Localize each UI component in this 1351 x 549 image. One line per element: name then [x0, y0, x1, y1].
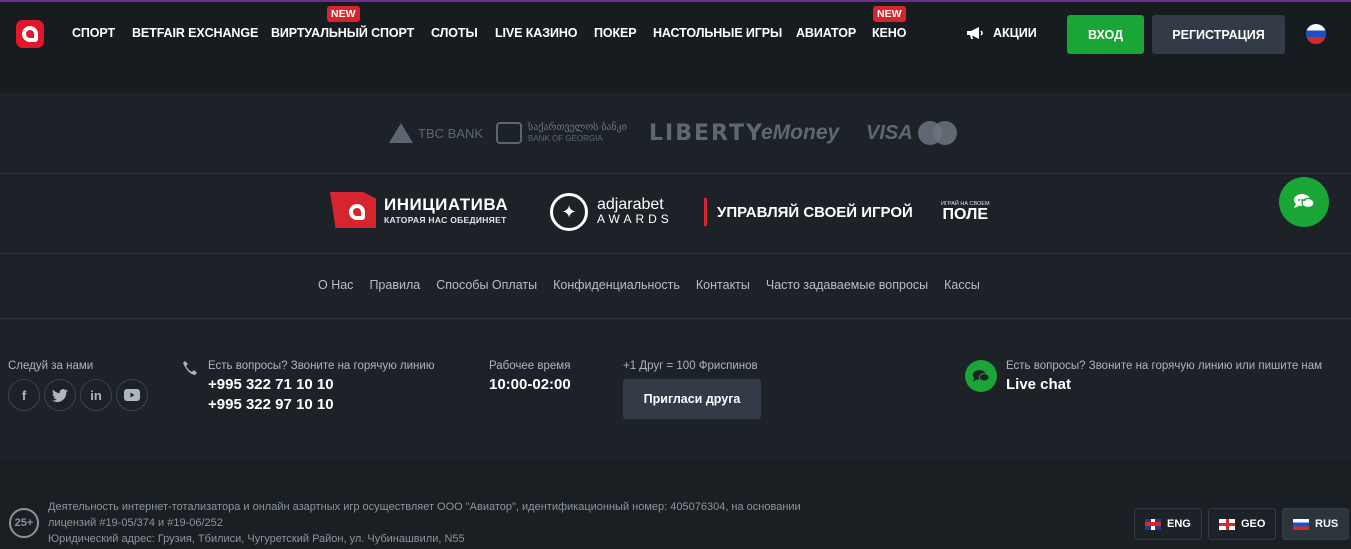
nav-item-slots[interactable]: СЛОТЫ [431, 26, 478, 40]
working-hours-label: Рабочее время [489, 360, 571, 372]
mastercard-icon [917, 120, 958, 146]
top-navigation-bar: СПОРТ BETFAIR EXCHANGE NEW ВИРТУАЛЬНЫЙ С… [0, 0, 1351, 65]
language-geo-label: GEO [1241, 518, 1266, 530]
tbc-bank-logo: TBC BANK [389, 118, 483, 148]
invite-friend-button[interactable]: Пригласи друга [623, 379, 761, 419]
nav-item-poker[interactable]: ПОКЕР [594, 26, 637, 40]
language-eng-label: ENG [1167, 518, 1191, 530]
working-hours-value: 10:00-02:00 [489, 376, 571, 393]
logo-mark-icon [22, 26, 38, 42]
nav-item-betfair[interactable]: BETFAIR EXCHANGE [132, 26, 258, 40]
youtube-icon[interactable] [116, 379, 148, 411]
divider [0, 253, 1351, 254]
live-chat-icon[interactable] [965, 360, 997, 392]
tbc-triangle-icon [389, 123, 413, 143]
megaphone-icon [967, 27, 983, 39]
new-badge: NEW [327, 6, 360, 22]
legal-line-3: Юридический адрес: Грузия, Тбилиси, Чугу… [48, 533, 465, 545]
bog-geo-text: საქართველოს ბანკი [528, 122, 627, 133]
hotline-phone-2[interactable]: +995 322 97 10 10 [208, 396, 334, 413]
language-rus-button[interactable]: RUS [1282, 508, 1350, 540]
adjarabet-awards-logo[interactable]: ✦ adjarabet AWARDS [550, 193, 673, 231]
divider [0, 173, 1351, 174]
tbc-bank-text: TBC BANK [418, 125, 484, 141]
footer-link-about[interactable]: О Нас [318, 278, 353, 292]
russia-flag-icon [1293, 518, 1309, 530]
new-badge: NEW [873, 6, 906, 22]
footer-link-faq[interactable]: Часто задаваемые вопросы [766, 278, 928, 292]
hotline-label: Есть вопросы? Звоните на горячую линию [208, 360, 435, 372]
chat-floating-button[interactable] [1279, 177, 1329, 227]
divider [0, 318, 1351, 319]
emoney-logo: eMoney [761, 121, 840, 144]
star-icon: ✦ [550, 193, 588, 231]
uk-flag-icon [1145, 518, 1161, 530]
home-logo[interactable] [16, 20, 44, 48]
footer-link-contacts[interactable]: Контакты [696, 278, 750, 292]
phone-icon [183, 361, 197, 375]
nav-bottom-strip [0, 65, 1351, 93]
language-geo-button[interactable]: GEO [1208, 508, 1277, 540]
awards-title: adjarabet [597, 196, 664, 213]
login-button[interactable]: ВХОД [1067, 15, 1144, 54]
play-on-field-logo[interactable]: ИГРАЙ НА СВОЕМ ПОЛЕ [941, 201, 990, 223]
age-restriction-badge: 25+ [9, 508, 39, 538]
responsible-gaming-logo[interactable]: УПРАВЛЯЙ СВОЕЙ ИГРОЙ [704, 198, 913, 226]
initiative-mark-icon [330, 192, 376, 228]
bank-of-georgia-logo: საქართველოს ბანკი BANK OF GEORGIA [496, 118, 627, 148]
live-chat-link[interactable]: Live chat [1006, 376, 1071, 393]
bog-en-text: BANK OF GEORGIA [528, 134, 603, 143]
footer-link-privacy[interactable]: Конфиденциальность [553, 278, 680, 292]
initiative-logo[interactable]: ИНИЦИАТИВА КАТОРАЯ НАС ОБЕДИНЯЕТ [330, 192, 508, 228]
language-eng-button[interactable]: ENG [1134, 508, 1202, 540]
twitter-icon[interactable] [44, 379, 76, 411]
nav-item-sport[interactable]: СПОРТ [72, 26, 115, 40]
initiative-subtitle: КАТОРАЯ НАС ОБЕДИНЯЕТ [384, 215, 507, 225]
footer-link-payment-methods[interactable]: Способы Оплаты [436, 278, 537, 292]
register-button[interactable]: РЕГИСТРАЦИЯ [1152, 15, 1285, 54]
visa-mastercard-logo: VISA [866, 118, 958, 148]
manage-text: УПРАВЛЯЙ СВОЕЙ ИГРОЙ [717, 203, 913, 221]
footer-links: О Нас Правила Способы Оплаты Конфиденциа… [318, 278, 980, 292]
legal-line-2: лицензий #19-05/374 и #19-06/252 [48, 517, 223, 529]
live-chat-label: Есть вопросы? Звоните на горячую линию и… [1006, 360, 1323, 372]
promotions-link[interactable]: АКЦИИ [966, 26, 1037, 40]
nav-item-keno[interactable]: КЕНО [872, 26, 906, 40]
refer-friend-label: +1 Друг = 100 Фриспинов [623, 360, 758, 372]
initiative-title: ИНИЦИАТИВА [384, 195, 509, 214]
language-flag-icon[interactable] [1306, 24, 1326, 44]
follow-us-label: Следуй за нами [8, 360, 94, 372]
field-big-text: ПОЛЕ [942, 206, 988, 223]
chat-bubbles-icon [1294, 194, 1315, 209]
promotions-label: АКЦИИ [993, 26, 1037, 40]
bog-horse-icon [496, 122, 522, 144]
linkedin-icon[interactable]: in [80, 379, 112, 411]
footer-link-cashdesks[interactable]: Кассы [944, 278, 980, 292]
footer-link-rules[interactable]: Правила [369, 278, 420, 292]
liberty-logo: LIBERTY [649, 120, 764, 146]
georgia-flag-icon [1219, 518, 1235, 530]
nav-item-virtual-sport[interactable]: ВИРТУАЛЬНЫЙ СПОРТ [271, 26, 414, 40]
facebook-icon[interactable]: f [8, 379, 40, 411]
visa-text: VISA [866, 121, 913, 144]
hotline-phone-1[interactable]: +995 322 71 10 10 [208, 376, 334, 393]
nav-item-table-games[interactable]: НАСТОЛЬНЫЕ ИГРЫ [653, 26, 782, 40]
nav-item-live-casino[interactable]: LIVE КАЗИНО [495, 26, 577, 40]
language-rus-label: RUS [1315, 518, 1339, 530]
nav-item-aviator[interactable]: АВИАТОР [796, 26, 856, 40]
awards-subtitle: AWARDS [597, 212, 673, 226]
red-bar [704, 198, 707, 226]
legal-text: Деятельность интернет-тотализатора и онл… [48, 499, 908, 547]
legal-line-1: Деятельность интернет-тотализатора и онл… [48, 501, 801, 513]
